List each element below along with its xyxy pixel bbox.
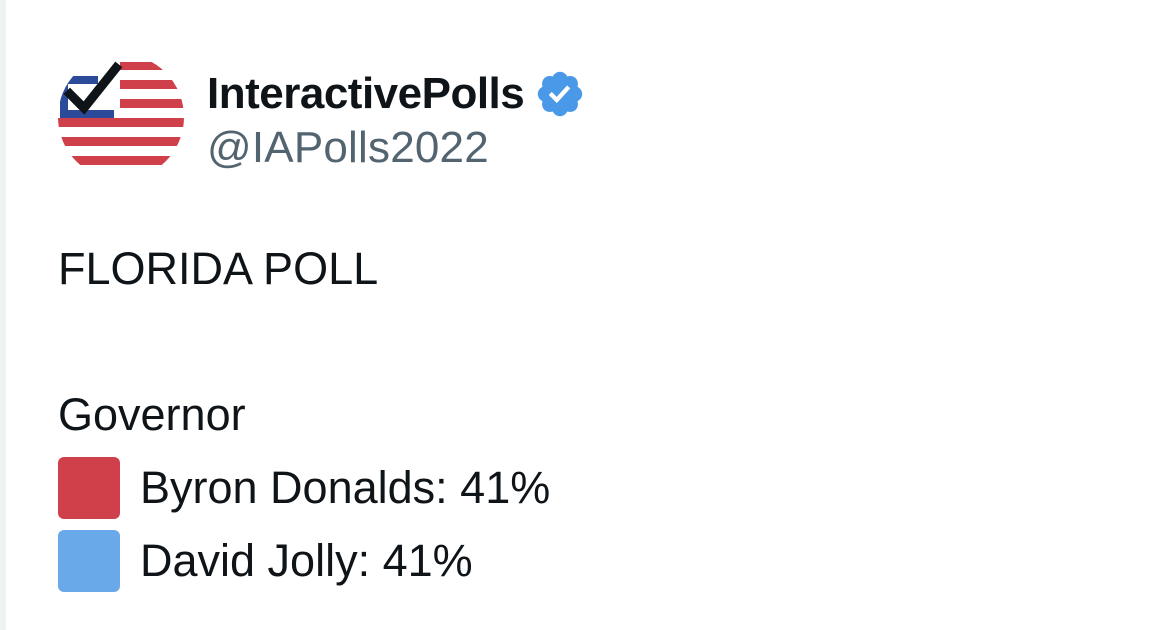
- result-row: Byron Donalds: 41%: [58, 451, 550, 524]
- race-title: Governor: [58, 389, 246, 440]
- tweet-text: FLORIDA POLL Governor Byron Donalds: 41%…: [58, 232, 550, 597]
- avatar[interactable]: [58, 54, 184, 180]
- poll-heading: FLORIDA POLL: [58, 243, 379, 294]
- tweet-header: InteractivePolls @IAPolls2022: [58, 54, 586, 180]
- result-label: David Jolly: 41%: [140, 535, 473, 586]
- result-label: Byron Donalds: 41%: [140, 462, 551, 513]
- blue-square-emoji: [58, 529, 120, 592]
- name-row: InteractivePolls: [207, 64, 586, 124]
- account-identity: InteractivePolls @IAPolls2022: [207, 64, 586, 170]
- tweet-left-border: [0, 0, 6, 630]
- red-square-emoji: [58, 456, 120, 519]
- result-row: David Jolly: 41%: [58, 524, 550, 597]
- verified-badge-icon: [538, 71, 583, 117]
- display-name[interactable]: InteractivePolls: [207, 72, 525, 116]
- account-handle[interactable]: @IAPolls2022: [207, 126, 586, 170]
- poll-checkbox-flag-icon: [58, 54, 184, 180]
